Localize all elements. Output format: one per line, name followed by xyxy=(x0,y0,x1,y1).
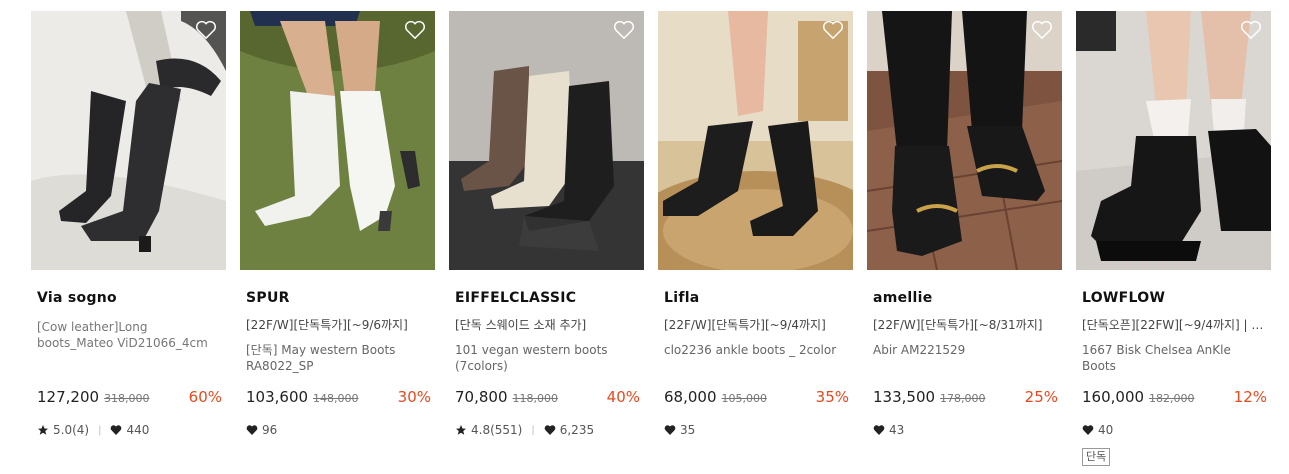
price-row: 133,500 178,000 25% xyxy=(873,388,1058,406)
wishlist-heart-icon[interactable] xyxy=(613,20,635,40)
heart-icon xyxy=(873,425,885,435)
wishlist-heart-icon[interactable] xyxy=(822,20,844,40)
original-price: 318,000 xyxy=(104,392,150,405)
price-row: 103,600 148,000 30% xyxy=(246,388,431,406)
rating: 4.8(551) xyxy=(471,423,523,437)
product-promo[interactable]: [단독 스웨이드 소재 추가] xyxy=(455,317,638,333)
product-card[interactable]: LOWFLOW [단독오픈][22FW][~9/4까지] | [포토리뷰 이벤트… xyxy=(1076,11,1271,466)
divider: | xyxy=(98,424,102,436)
divider: | xyxy=(531,424,535,436)
product-card[interactable]: EIFFELCLASSIC [단독 스웨이드 소재 추가] 101 vegan … xyxy=(449,11,644,437)
product-name[interactable]: [Cow leather]Long boots_Mateo ViD21066_4… xyxy=(37,319,220,351)
wishlist-heart-icon[interactable] xyxy=(195,20,217,40)
product-image[interactable] xyxy=(449,11,644,270)
brand-name[interactable]: EIFFELCLASSIC xyxy=(455,290,638,308)
brand-name[interactable]: amellie xyxy=(873,290,1056,308)
product-image[interactable] xyxy=(1076,11,1271,270)
discount-rate: 60% xyxy=(188,388,222,406)
product-photo xyxy=(1076,11,1271,270)
brand-name[interactable]: Via sogno xyxy=(37,290,220,308)
product-grid: Via sogno [Cow leather]Long boots_Mateo … xyxy=(31,11,1271,466)
original-price: 182,000 xyxy=(1149,392,1195,405)
brand-name[interactable]: LOWFLOW xyxy=(1082,290,1265,308)
brand-name[interactable]: SPUR xyxy=(246,290,429,308)
heart-icon xyxy=(246,425,258,435)
sale-price: 127,200 xyxy=(37,388,100,406)
wishlist-heart-icon[interactable] xyxy=(1240,20,1262,40)
product-name[interactable]: clo2236 ankle boots _ 2color xyxy=(664,342,847,358)
discount-rate: 40% xyxy=(606,388,640,406)
like-count: 6,235 xyxy=(559,423,595,437)
like-count: 35 xyxy=(680,423,696,437)
product-name[interactable]: 1667 Bisk Chelsea AnKle Boots xyxy=(1082,342,1265,374)
like-count: 40 xyxy=(1098,423,1114,437)
discount-rate: 12% xyxy=(1233,388,1267,406)
product-card[interactable]: Lifla [22F/W][단독특가][~9/4까지] clo2236 ankl… xyxy=(658,11,853,437)
original-price: 178,000 xyxy=(940,392,986,405)
wishlist-heart-icon[interactable] xyxy=(404,20,426,40)
product-name[interactable]: 101 vegan western boots (7colors) xyxy=(455,342,638,374)
sale-price: 133,500 xyxy=(873,388,936,406)
star-icon xyxy=(456,425,466,435)
review-meta: 35 xyxy=(664,423,695,437)
like-count: 96 xyxy=(262,423,278,437)
heart-icon xyxy=(1082,425,1094,435)
sale-price: 68,000 xyxy=(664,388,717,406)
product-name[interactable]: Abir AM221529 xyxy=(873,342,1056,358)
sale-price: 70,800 xyxy=(455,388,508,406)
wishlist-heart-icon[interactable] xyxy=(1031,20,1053,40)
product-name[interactable]: [단독] May western Boots RA8022_SP xyxy=(246,342,429,374)
product-image[interactable] xyxy=(240,11,435,270)
product-promo[interactable]: [22F/W][단독특가][~9/4까지] xyxy=(664,317,847,333)
price-row: 127,200 318,000 60% xyxy=(37,388,222,406)
product-photo xyxy=(31,11,226,270)
review-meta: 4.8(551) | 6,235 xyxy=(455,423,594,437)
review-meta: 43 xyxy=(873,423,904,437)
product-promo[interactable]: [22F/W][단독특가][~8/31까지] xyxy=(873,317,1056,333)
product-image[interactable] xyxy=(867,11,1062,270)
product-promo[interactable]: [단독오픈][22FW][~9/4까지] | [포토리뷰 이벤트] xyxy=(1082,317,1265,333)
review-meta: 40 xyxy=(1082,423,1113,437)
product-photo xyxy=(867,11,1062,270)
original-price: 148,000 xyxy=(313,392,359,405)
rating: 5.0(4) xyxy=(53,423,90,437)
heart-icon xyxy=(664,425,676,435)
product-card[interactable]: Via sogno [Cow leather]Long boots_Mateo … xyxy=(31,11,226,437)
product-card[interactable]: SPUR [22F/W][단독특가][~9/6까지] [단독] May west… xyxy=(240,11,435,437)
product-promo[interactable]: [22F/W][단독특가][~9/6까지] xyxy=(246,317,429,333)
product-image[interactable] xyxy=(658,11,853,270)
sale-price: 160,000 xyxy=(1082,388,1145,406)
original-price: 118,000 xyxy=(512,392,559,405)
original-price: 105,000 xyxy=(721,392,768,405)
heart-icon xyxy=(544,425,556,435)
star-icon xyxy=(38,425,48,435)
review-meta: 5.0(4) | 440 xyxy=(37,423,149,437)
like-count: 440 xyxy=(126,423,150,437)
product-photo xyxy=(240,11,435,270)
product-photo xyxy=(449,11,644,270)
discount-rate: 30% xyxy=(397,388,431,406)
review-meta: 96 xyxy=(246,423,277,437)
price-row: 160,000 182,000 12% xyxy=(1082,388,1267,406)
price-row: 70,800 118,000 40% xyxy=(455,388,640,406)
product-photo xyxy=(658,11,853,270)
brand-name[interactable]: Lifla xyxy=(664,290,847,308)
heart-icon xyxy=(111,425,122,435)
exclusive-badge: 단독 xyxy=(1082,448,1111,466)
product-image[interactable] xyxy=(31,11,226,270)
product-card[interactable]: amellie [22F/W][단독특가][~8/31까지] Abir AM22… xyxy=(867,11,1062,437)
price-row: 68,000 105,000 35% xyxy=(664,388,849,406)
discount-rate: 35% xyxy=(815,388,849,406)
discount-rate: 25% xyxy=(1024,388,1058,406)
like-count: 43 xyxy=(889,423,905,437)
sale-price: 103,600 xyxy=(246,388,309,406)
